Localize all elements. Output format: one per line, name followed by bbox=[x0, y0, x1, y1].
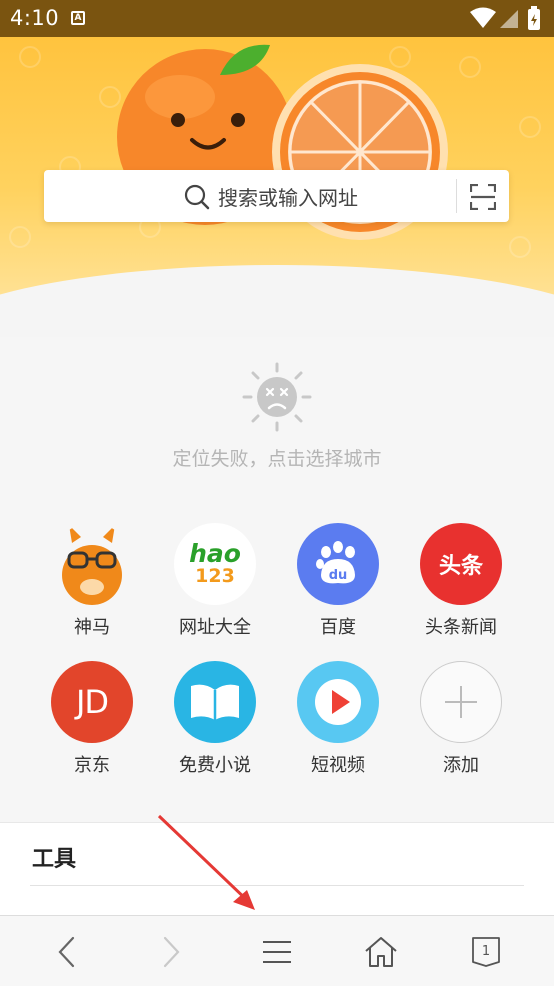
bottom-nav: 1 bbox=[0, 915, 554, 986]
shortcut-video[interactable]: 短视频 bbox=[278, 661, 398, 777]
back-button[interactable] bbox=[45, 930, 89, 974]
sad-sun-icon bbox=[242, 362, 312, 432]
forward-icon bbox=[163, 936, 180, 968]
plus-icon bbox=[420, 661, 502, 743]
annotation-arrow bbox=[157, 814, 255, 910]
shortcut-shenma[interactable]: 神马 bbox=[32, 523, 152, 639]
home-icon bbox=[365, 937, 397, 967]
shortcut-label: 添加 bbox=[443, 755, 479, 776]
llama-icon bbox=[51, 523, 133, 605]
menu-button[interactable] bbox=[255, 930, 299, 974]
status-bar: 4:10 A bbox=[0, 0, 554, 37]
shortcut-label: 头条新闻 bbox=[425, 617, 497, 638]
svg-text:du: du bbox=[329, 568, 348, 583]
forward-button[interactable] bbox=[149, 930, 193, 974]
shortcut-hao123[interactable]: hao 123 网址大全 bbox=[155, 523, 275, 639]
shortcut-label: 免费小说 bbox=[179, 755, 251, 776]
search-divider bbox=[456, 179, 457, 213]
jd-icon: JD bbox=[51, 661, 133, 743]
scan-icon[interactable] bbox=[470, 184, 496, 210]
menu-icon bbox=[263, 941, 291, 963]
search-placeholder: 搜索或输入网址 bbox=[218, 186, 358, 210]
shortcut-toutiao[interactable]: 头条 头条新闻 bbox=[401, 523, 521, 639]
search-icon bbox=[184, 184, 210, 209]
search-bar[interactable]: 搜索或输入网址 bbox=[44, 170, 509, 222]
back-icon bbox=[58, 936, 75, 968]
tab-count: 1 bbox=[481, 944, 491, 959]
tools-section: 工具 bbox=[0, 822, 554, 915]
home-button[interactable] bbox=[359, 930, 403, 974]
search-input[interactable]: 搜索或输入网址 bbox=[184, 182, 358, 211]
system-status-icons bbox=[470, 6, 540, 30]
paw-icon: du bbox=[297, 523, 379, 605]
location-message: 定位失败，点击选择城市 bbox=[172, 448, 382, 470]
shortcut-add[interactable]: 添加 bbox=[401, 661, 521, 777]
shortcut-baidu[interactable]: du 百度 bbox=[278, 523, 398, 639]
notification-icon: A bbox=[71, 11, 85, 25]
play-icon bbox=[297, 661, 379, 743]
shortcut-label: 神马 bbox=[74, 617, 110, 638]
toutiao-icon: 头条 bbox=[420, 523, 502, 605]
shortcut-label: 京东 bbox=[74, 755, 110, 776]
tools-title: 工具 bbox=[32, 847, 77, 872]
hao123-icon: hao 123 bbox=[174, 523, 256, 605]
wifi-icon bbox=[470, 7, 496, 28]
shortcut-jd[interactable]: JD 京东 bbox=[32, 661, 152, 777]
tabs-button[interactable]: 1 bbox=[464, 930, 508, 974]
shortcut-label: 短视频 bbox=[311, 755, 365, 776]
status-time: 4:10 bbox=[10, 6, 60, 30]
shortcut-label: 百度 bbox=[320, 617, 356, 638]
shortcut-label: 网址大全 bbox=[179, 617, 251, 638]
shortcut-novel[interactable]: 免费小说 bbox=[155, 661, 275, 777]
tools-divider bbox=[30, 885, 524, 886]
location-status[interactable]: 定位失败，点击选择城市 bbox=[0, 362, 554, 471]
book-icon bbox=[174, 661, 256, 743]
cell-signal-icon bbox=[500, 10, 518, 28]
